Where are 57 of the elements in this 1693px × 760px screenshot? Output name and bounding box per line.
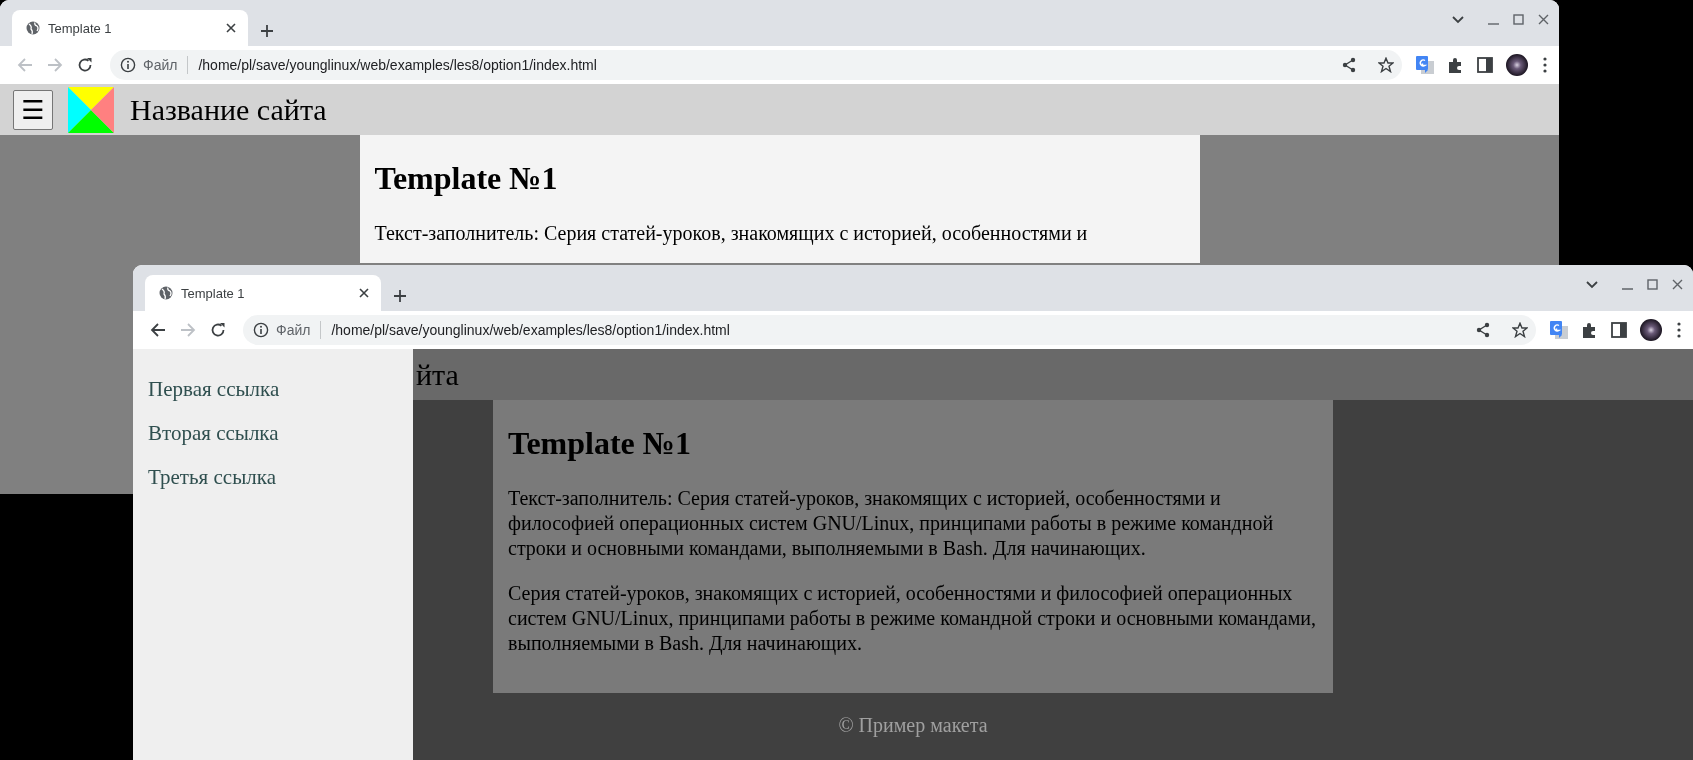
scheme-label: Файл — [276, 322, 311, 338]
star-icon — [1512, 322, 1528, 338]
more-icon — [1543, 57, 1547, 73]
page-heading: Template №1 — [508, 424, 691, 462]
share-icon — [1341, 57, 1357, 73]
chevron-down-icon — [1586, 280, 1598, 289]
close-tab-icon — [359, 288, 369, 298]
site-title: йта — [416, 357, 459, 392]
url-text: /home/pl/save/younglinux/web/examples/les8/option1/index.html — [198, 57, 598, 73]
logo-icon — [68, 86, 114, 133]
chevron-down-icon — [1452, 15, 1464, 24]
maximize-icon — [1647, 279, 1658, 290]
browser-tab[interactable]: Template 1 — [12, 10, 248, 46]
puzzle-icon — [1447, 56, 1464, 74]
translate-icon — [1550, 321, 1568, 339]
menu-button[interactable]: ☰ — [13, 89, 53, 130]
address-bar[interactable]: Файл /home/pl/save/younglinux/web/examples/les8/option1/index.html — [243, 315, 1536, 345]
scheme-label: Файл — [143, 57, 178, 73]
translate-icon — [1416, 56, 1434, 74]
back-arrow-icon — [17, 57, 33, 73]
menu-link[interactable]: Третья ссылка — [148, 465, 276, 490]
reload-icon — [77, 57, 93, 73]
minimize-icon — [1622, 288, 1633, 290]
new-tab-icon — [260, 24, 274, 38]
globe-icon — [26, 21, 40, 35]
forward-arrow-icon — [47, 57, 63, 73]
page-heading: Template №1 — [374, 159, 558, 197]
menu-link[interactable]: Вторая ссылка — [148, 421, 279, 446]
footer-text: © Пример макета — [838, 714, 988, 736]
info-icon — [253, 322, 269, 338]
menu-link[interactable]: Первая ссылка — [148, 377, 280, 402]
close-tab-icon — [226, 23, 236, 33]
maximize-icon — [1513, 14, 1524, 25]
paragraph: Текст-заполнитель: Серия статей-уроков, знакомящих с историей, особенностями и философией операционных систем GNU/Linux, принципами работы в режиме командной строки и основными командами, выполняемыми в Bash. Для начинающих. — [508, 486, 1275, 561]
star-icon — [1378, 57, 1394, 73]
minimize-icon — [1488, 23, 1499, 25]
new-tab-icon — [393, 289, 407, 303]
info-icon — [120, 57, 136, 73]
avatar-icon — [1506, 54, 1528, 76]
share-icon — [1475, 322, 1491, 338]
url-text: /home/pl/save/younglinux/web/examples/les8/option1/index.html — [331, 322, 731, 338]
avatar-icon — [1640, 319, 1662, 341]
site-title: Название сайта — [130, 92, 327, 127]
more-icon — [1677, 322, 1681, 338]
side-panel-icon — [1611, 322, 1627, 338]
paragraph: Серия статей-уроков, знакомящих с историей, особенностями и философией операционных систем GNU/Linux, принципами работы в режиме командной строки и основными командами, выполняемыми в Bash. Для начинающих. — [508, 581, 1318, 656]
forward-arrow-icon — [180, 322, 196, 338]
back-arrow-icon — [150, 322, 166, 338]
globe-icon — [159, 286, 173, 300]
close-icon — [1538, 14, 1549, 25]
side-panel-icon — [1477, 57, 1493, 73]
close-icon — [1672, 279, 1683, 290]
paragraph: Текст-заполнитель: Серия статей-уроков, знакомящих с историей, особенностями и — [374, 221, 1089, 246]
reload-icon — [210, 322, 226, 338]
puzzle-icon — [1581, 321, 1598, 339]
browser-tab[interactable]: Template 1 — [145, 275, 381, 311]
address-bar[interactable]: Файл /home/pl/save/younglinux/web/examples/les8/option1/index.html — [110, 50, 1402, 80]
